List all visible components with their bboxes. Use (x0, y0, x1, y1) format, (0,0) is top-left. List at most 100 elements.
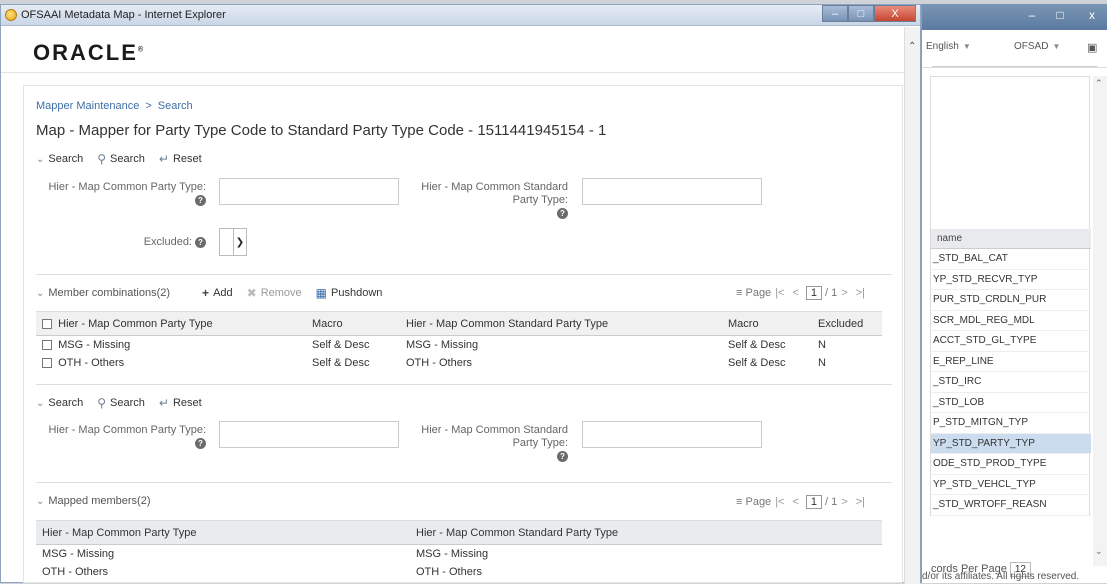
first-page-icon[interactable]: |< (775, 287, 784, 299)
list-item[interactable]: P_STD_MITGN_TYP (931, 413, 1091, 434)
prev-page-icon[interactable]: < (792, 287, 798, 299)
list-item[interactable]: E_REP_LINE (931, 352, 1091, 372)
reset-button[interactable]: ↵ Reset (159, 152, 202, 166)
search-button-label: Search (110, 153, 145, 165)
help-icon[interactable]: ? (557, 450, 568, 462)
breadcrumb: Mapper Maintenance > Search (36, 100, 193, 112)
chevron-down-icon: ⌄ (36, 153, 45, 165)
maximize-button[interactable]: □ (848, 5, 874, 22)
background-window: – □ x English ▼ OFSAD ▼ ▣ name _STD_BAL_CA… (921, 4, 1107, 583)
search-button-label: Search (110, 397, 145, 409)
help-icon[interactable]: ? (195, 194, 206, 206)
std-party-type-label-line1: Hier - Map Common Standard (421, 424, 568, 436)
list-item[interactable]: _STD_LOB (931, 393, 1091, 413)
list-item[interactable]: _STD_WRTOFF_REASN (931, 495, 1091, 516)
first-page-icon[interactable]: |< (775, 496, 784, 508)
search-button[interactable]: ⚲ Search (97, 152, 145, 166)
next-page-icon[interactable]: > (841, 287, 847, 299)
row-checkbox[interactable] (42, 357, 52, 368)
reset-button[interactable]: ↵ Reset (159, 396, 202, 410)
search-section-toggle[interactable]: ⌄ Search (36, 153, 83, 165)
page-number-input[interactable]: 1 (805, 286, 823, 300)
minimize-button[interactable]: – (822, 5, 848, 22)
header-macro[interactable]: Macro (306, 311, 400, 336)
header-std-party-type[interactable]: Hier - Map Common Standard Party Type (400, 311, 722, 336)
window-titlebar: OFSAAI Metadata Map - Internet Explorer … (1, 5, 920, 26)
page-title: Map - Mapper for Party Type Code to Stan… (36, 122, 607, 139)
member-combinations-table: Hier - Map Common Party Type Macro Hier … (36, 311, 882, 372)
member-combinations-pager: ≡ Page |< < 1/ 1 > >| (736, 286, 869, 300)
table-row[interactable]: OTH - Others Self & Desc OTH - Others Self … (36, 354, 882, 372)
excluded-select[interactable]: ❯ (219, 228, 247, 256)
list-item[interactable]: PUR_STD_CRDLN_PUR (931, 290, 1091, 311)
table-cell: N (812, 336, 882, 354)
background-scrollbar[interactable]: ⌃ ⌄ (1093, 76, 1107, 566)
list-item[interactable]: SCR_MDL_REG_MDL (931, 311, 1091, 331)
std-party-type-input-2[interactable] (582, 421, 762, 448)
language-selector[interactable]: English ▼ (926, 41, 971, 52)
list-item[interactable]: YP_STD_RECVR_TYP (931, 270, 1091, 290)
table-row[interactable]: MSG - Missing Self & Desc MSG - Missing Sel… (36, 336, 882, 354)
std-party-type-input[interactable] (582, 178, 762, 205)
close-button[interactable]: X (874, 5, 916, 22)
settings-icon[interactable]: ▣ (1087, 41, 1097, 54)
header-excluded[interactable]: Excluded (812, 311, 882, 336)
background-app-header: English ▼ OFSAD ▼ ▣ (922, 30, 1107, 68)
member-combinations-toggle[interactable]: ⌄ Member combinations(2) (36, 287, 170, 299)
list-item[interactable]: ACCT_STD_GL_TYPE (931, 331, 1091, 352)
next-page-icon[interactable]: > (841, 496, 847, 508)
page-number-input[interactable]: 1 (805, 495, 823, 509)
reset-icon: ↵ (158, 396, 169, 410)
header-macro-2[interactable]: Macro (722, 311, 812, 336)
breadcrumb-current[interactable]: Search (158, 100, 193, 112)
table-cell: N (812, 354, 882, 372)
select-all-checkbox[interactable] (42, 318, 52, 329)
last-page-icon[interactable]: >| (856, 287, 865, 299)
row-checkbox[interactable] (42, 339, 52, 350)
mapped-members-table-wrap: Hier - Map Common Party Type Hier - Map … (36, 520, 882, 581)
page-size-icon[interactable]: ≡ (736, 287, 742, 299)
header-party-type[interactable]: Hier - Map Common Party Type (36, 311, 306, 336)
table-cell: MSG - Missing (42, 547, 115, 560)
list-item[interactable]: YP_STD_VEHCL_TYP (931, 475, 1091, 495)
app-selector[interactable]: OFSAD ▼ (1014, 41, 1060, 52)
party-type-input-2[interactable] (219, 421, 399, 448)
scroll-down-icon[interactable]: ⌄ (1095, 546, 1103, 557)
mapped-members-toggle[interactable]: ⌄ Mapped members(2) (36, 495, 150, 507)
prev-page-icon[interactable]: < (792, 496, 798, 508)
ie-logo-icon (5, 9, 17, 21)
background-column-header[interactable]: name (931, 229, 1091, 249)
cell-text: Self & Desc (312, 356, 370, 369)
table-row[interactable]: MSG - Missing MSG - Missing (36, 545, 882, 563)
pushdown-button-label: Pushdown (331, 287, 383, 299)
window-scrollbar[interactable]: ⌃ (904, 27, 920, 584)
help-icon[interactable]: ? (195, 236, 206, 248)
breadcrumb-root-link[interactable]: Mapper Maintenance (36, 100, 139, 112)
header-party-type[interactable]: Hier - Map Common Party Type (36, 520, 410, 545)
list-item[interactable]: _STD_BAL_CAT (931, 249, 1091, 270)
table-header-row: Hier - Map Common Party Type Macro Hier … (36, 311, 882, 336)
table-row[interactable]: OTH - Others OTH - Others (36, 563, 882, 581)
add-button[interactable]: + Add (202, 286, 233, 300)
list-item[interactable]: _STD_IRC (931, 372, 1091, 393)
bg-maximize-button[interactable]: □ (1046, 6, 1074, 24)
page-size-icon[interactable]: ≡ (736, 496, 742, 508)
search-button[interactable]: ⚲ Search (97, 396, 145, 410)
help-icon[interactable]: ? (557, 207, 568, 219)
list-item[interactable]: ODE_STD_PROD_TYPE (931, 454, 1091, 475)
bg-close-button[interactable]: x (1078, 6, 1106, 24)
table-cell: MSG - Missing (416, 547, 489, 560)
bg-minimize-button[interactable]: – (1018, 6, 1046, 24)
last-page-icon[interactable]: >| (856, 496, 865, 508)
help-icon[interactable]: ? (195, 437, 206, 449)
cell-text: Self & Desc (312, 338, 370, 351)
header-std-party-type[interactable]: Hier - Map Common Standard Party Type (410, 520, 882, 545)
scroll-up-icon[interactable]: ⌃ (908, 41, 916, 52)
scroll-up-icon[interactable]: ⌃ (1095, 78, 1103, 89)
search-section-toggle[interactable]: ⌄ Search (36, 397, 83, 409)
pushdown-button[interactable]: ▦ Pushdown (316, 286, 383, 300)
page-total: / 1 (825, 496, 838, 508)
remove-button[interactable]: ✖ Remove (247, 286, 302, 300)
party-type-input[interactable] (219, 178, 399, 205)
list-item[interactable]: YP_STD_PARTY_TYP (931, 433, 1091, 454)
